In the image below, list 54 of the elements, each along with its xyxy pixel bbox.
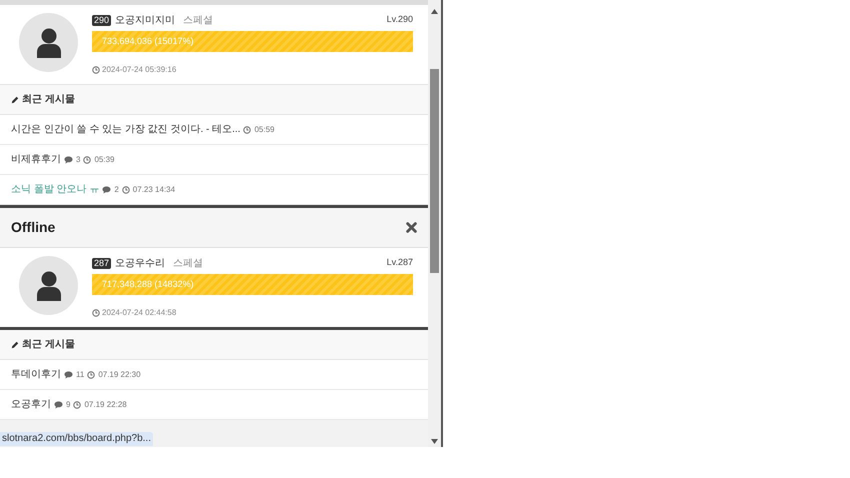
post-row[interactable]: 투데이후기 11 07.19 22:30 (0, 360, 428, 390)
last-seen: 2024-07-24 05:39:16 (102, 64, 176, 76)
close-icon[interactable] (406, 222, 417, 233)
clock-icon (73, 400, 82, 408)
comment-icon (64, 370, 73, 378)
pencil-icon (11, 96, 19, 104)
user-icon (36, 28, 62, 58)
section-title: 최근 게시물 (22, 338, 75, 352)
post-time: 07.19 22:30 (98, 368, 141, 380)
panel-title: Offline (11, 218, 56, 237)
post-row[interactable]: 비제휴후기 3 05:39 (0, 145, 428, 175)
post-row[interactable]: 오공후기 9 07.19 22:28 (0, 390, 428, 420)
scroll-up-icon[interactable] (431, 9, 438, 14)
member-name[interactable]: 오공우수리 (115, 256, 166, 270)
member-rank: 스페셜 (173, 256, 204, 270)
last-seen: 2024-07-24 02:44:58 (102, 307, 176, 319)
post-time: 05:39 (94, 154, 114, 166)
post-time: 07.23 14:34 (132, 184, 176, 196)
level-text: Lv.287 (386, 256, 413, 270)
comment-icon (54, 400, 63, 408)
comment-count: 2 (114, 184, 119, 196)
pencil-icon (11, 340, 19, 348)
comment-icon (102, 186, 112, 194)
scroll-down-icon[interactable] (431, 439, 438, 444)
clock-icon (92, 309, 100, 317)
exp-text: 733,694,036 (15017%) (101, 34, 194, 48)
comment-count: 3 (76, 154, 80, 166)
post-time: 05:59 (254, 124, 274, 136)
comment-count: 9 (66, 398, 70, 410)
clock-icon (243, 126, 252, 134)
level-text: Lv.290 (386, 13, 413, 26)
comment-count: 11 (76, 368, 84, 380)
section-title: 최근 게시물 (22, 93, 75, 107)
post-title[interactable]: 투데이후기 (11, 367, 61, 382)
clock-icon (87, 370, 96, 378)
member-name[interactable]: 오공지미지미 (115, 12, 176, 28)
scrollbar-thumb[interactable] (430, 69, 439, 273)
post-row[interactable]: 시간은 인간이 쓸 수 있는 가장 값진 것이다. - 테오... 05:59 (0, 115, 428, 145)
post-time: 07.19 22:28 (84, 398, 127, 410)
exp-text: 717,348,288 (14832%) (101, 278, 194, 291)
clock-icon (83, 156, 92, 164)
clock-icon (92, 66, 100, 74)
level-badge: 287 (92, 258, 112, 268)
level-badge: 290 (92, 14, 112, 26)
post-title[interactable]: 시간은 인간이 쓸 수 있는 가장 값진 것이다. - 테오... (11, 122, 240, 137)
post-title[interactable]: 오공후기 (11, 397, 51, 412)
post-row[interactable]: 소닉 폴발 안오나 ㅠ 2 07.23 14:34 (0, 175, 428, 205)
status-url: slotnara2.com/bbs/board.php?b... (0, 432, 153, 446)
comment-icon (64, 156, 73, 164)
user-icon (36, 270, 62, 300)
post-title[interactable]: 비제휴후기 (11, 152, 61, 167)
clock-icon (122, 186, 130, 194)
scrollbar[interactable] (428, 0, 441, 447)
member-rank: 스페셜 (183, 14, 214, 28)
